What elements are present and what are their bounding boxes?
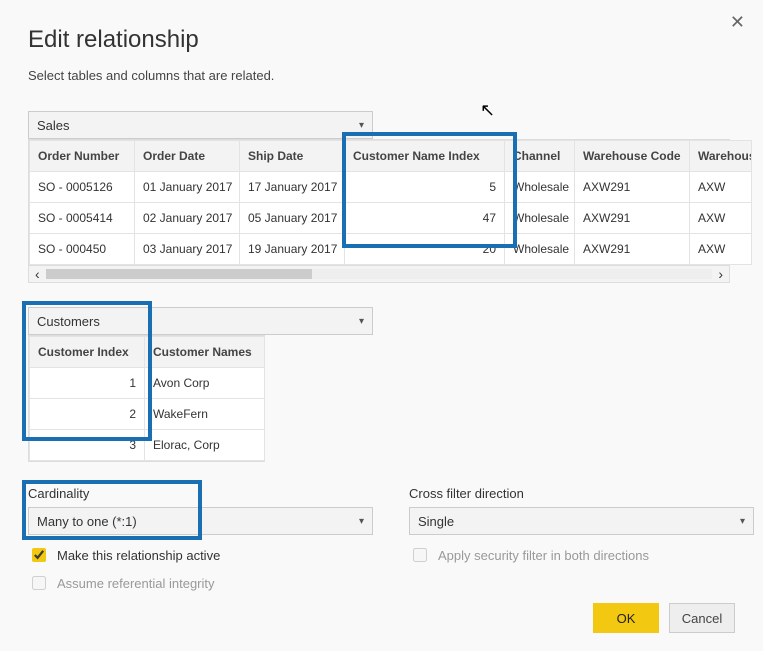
close-icon[interactable]: ✕ [730,12,745,33]
active-checkbox[interactable] [32,548,46,562]
chevron-down-icon: ▾ [359,120,364,131]
t1-h1[interactable]: Order Date [135,141,240,172]
t1-h5[interactable]: Warehouse Code [575,141,690,172]
referential-checkbox-row: Assume referential integrity [28,573,373,593]
t2-h0[interactable]: Customer Index [30,337,145,368]
cardinality-value: Many to one (*:1) [37,514,137,529]
mouse-cursor-icon: ↖ [480,100,495,121]
table1-select-value: Sales [37,118,70,133]
dialog-footer: OK Cancel [593,603,735,633]
referential-checkbox [32,576,46,590]
scroll-right-icon[interactable]: › [718,266,723,282]
table-row[interactable]: 2 WakeFern [30,399,265,430]
t1-h0[interactable]: Order Number [30,141,135,172]
t2-h1[interactable]: Customer Names [145,337,265,368]
crossfilter-select[interactable]: Single ▾ [409,507,754,535]
t1-h2[interactable]: Ship Date [240,141,345,172]
scroll-track[interactable] [46,269,713,279]
crossfilter-value: Single [418,514,454,529]
table1-select[interactable]: Sales ▾ [28,111,373,139]
cardinality-select[interactable]: Many to one (*:1) ▾ [28,507,373,535]
security-checkbox-label: Apply security filter in both directions [438,548,649,563]
horizontal-scrollbar[interactable]: ‹ › [29,265,729,282]
table-row[interactable]: 3 Elorac, Corp [30,430,265,461]
t1-h3[interactable]: Customer Name Index [345,141,505,172]
table-row[interactable]: SO - 0005414 02 January 2017 05 January … [30,203,752,234]
active-checkbox-row[interactable]: Make this relationship active [28,545,373,565]
t1-h6[interactable]: Warehouse [690,141,752,172]
dialog-title: Edit relationship [28,26,735,54]
active-checkbox-label: Make this relationship active [57,548,220,563]
cancel-button[interactable]: Cancel [669,603,735,633]
chevron-down-icon: ▾ [359,316,364,327]
table-row[interactable]: SO - 000450 03 January 2017 19 January 2… [30,234,752,265]
dialog-subtitle: Select tables and columns that are relat… [28,68,735,83]
table1-preview: Order Number Order Date Ship Date Custom… [28,139,730,283]
scroll-left-icon[interactable]: ‹ [35,266,40,282]
referential-checkbox-label: Assume referential integrity [57,576,215,591]
ok-button[interactable]: OK [593,603,659,633]
scroll-thumb[interactable] [46,269,313,279]
crossfilter-label: Cross filter direction [409,486,754,501]
table2-select-value: Customers [37,314,100,329]
cardinality-label: Cardinality [28,486,373,501]
table2-select[interactable]: Customers ▾ [28,307,373,335]
security-checkbox [413,548,427,562]
table-row[interactable]: 1 Avon Corp [30,368,265,399]
chevron-down-icon: ▾ [740,516,745,527]
chevron-down-icon: ▾ [359,516,364,527]
t1-h4[interactable]: Channel [505,141,575,172]
edit-relationship-dialog: ✕ Edit relationship Select tables and co… [0,0,763,651]
table-row[interactable]: SO - 0005126 01 January 2017 17 January … [30,172,752,203]
table2-preview: Customer Index Customer Names 1 Avon Cor… [28,335,265,462]
security-checkbox-row: Apply security filter in both directions [409,545,754,565]
